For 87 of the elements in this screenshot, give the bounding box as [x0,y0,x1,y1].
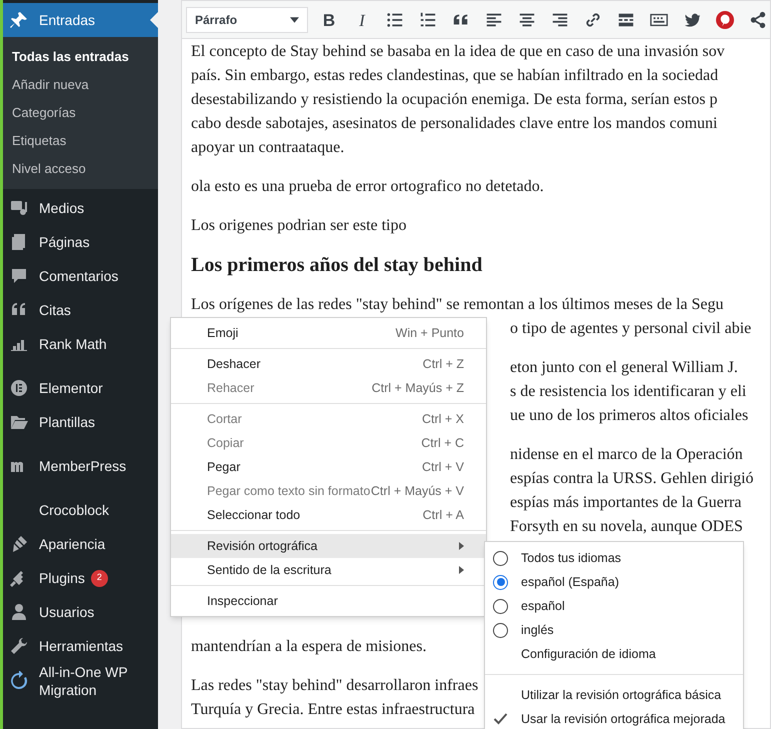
sidebar-item[interactable]: Usuarios [3,595,158,629]
sidebar-item[interactable]: Medios [3,191,158,225]
text-line: Turquía y Grecia. Entre estas infraestructura [191,700,475,720]
sidebar-item[interactable]: Citas [3,293,158,327]
sidebar-item[interactable]: All-in-One WP Migration [3,663,158,699]
sidebar-item[interactable]: Comentarios [3,259,158,293]
comment-icon [9,266,29,286]
menu-item[interactable]: Inspeccionar [171,589,486,613]
radio-button[interactable] [493,550,508,566]
media-icon [9,198,29,218]
user-icon [9,602,29,622]
active-pointer [150,12,158,28]
text-line: eton junto con el general William J. [510,358,738,378]
text-line: nidense en el marco de la Operación [510,445,743,465]
text-line: país. Sin embargo, estas redes clandestinas, que se habían infiltrado en la sociedad [191,66,718,86]
menu-item[interactable]: Usar la revisión ortográfica mejorada [485,707,743,729]
menu-item[interactable]: Revisión ortográfica [171,534,486,558]
bird-icon [683,10,701,28]
menu-item[interactable]: Emoji Win + Punto [171,321,486,345]
text-line: espías más importantes de la Guerra [510,493,742,513]
sidebar-item[interactable]: Entradas [3,3,158,37]
share-icon [749,10,767,28]
text-line: Los orígenes de las redes "stay behind" se remontan a los últimos meses de la Segu [191,295,724,315]
text-line: desestabilizando y resistiendo la ocupación enemiga. De esta forma, serían estos p [191,90,718,110]
sidebar-item[interactable]: Crocoblock [3,493,158,527]
bold-button[interactable]: B [317,8,341,32]
submenu-item[interactable]: Etiquetas [3,127,158,155]
sidebar-item[interactable]: Herramientas [3,629,158,663]
sidebar-item[interactable]: Rank Math [3,327,158,361]
text-line: espías contra la URSS. Gehlen dirigió [510,469,754,489]
numbered-list-icon [419,10,437,28]
menu-item[interactable]: Seleccionar todo Ctrl + A [171,503,486,527]
menu-item[interactable]: Deshacer Ctrl + Z [171,352,486,376]
shortcut-label: Ctrl + Mayús + Z [372,380,464,397]
text-line: s de resistencia los identificaran y eli [510,382,746,402]
sidebar-item[interactable]: Plugins 2 [3,561,158,595]
shortcut-label: Ctrl + X [422,410,464,428]
pushpin-icon [9,10,29,30]
italic-button[interactable]: I [350,8,374,32]
shortcut-label: Win + Punto [396,324,464,342]
text-line: o tipo de agentes y personal civil abie [510,319,752,339]
read-more-icon [617,10,635,28]
text-line: ue uno de los primeros altos oficiales [510,406,748,426]
shortcut-label: Ctrl + A [422,506,464,524]
text-line: mantendrían a la espera de misiones. [191,637,426,657]
wrench-icon [9,636,29,656]
shortcut-label: Ctrl + V [422,458,464,476]
menu-item[interactable]: Todos tus idiomas [485,546,743,570]
submenu-item[interactable]: Añadir nueva [3,71,158,99]
submenu-item[interactable]: Todas las entradas [3,43,158,71]
sidebar-item[interactable]: Plantillas [3,405,158,439]
menu-item[interactable]: español (España) [485,570,743,594]
radio-button[interactable] [493,574,508,590]
text-line: ola esto es una prueba de error ortografico no detetado. [191,177,544,197]
submenu-item[interactable]: Nivel acceso [3,155,158,183]
bullet-list-icon [386,10,404,28]
section-heading: Los primeros años del stay behind [191,253,482,277]
shortcut-label: Ctrl + Mayús + V [370,482,464,500]
sidebar-item[interactable]: Apariencia [3,527,158,561]
menu-item[interactable]: Pegar Ctrl + V [171,455,486,479]
align-center-icon [518,10,536,28]
sidebar-item[interactable]: Páginas [3,225,158,259]
menu-item[interactable]: Configuración de idioma [485,642,743,666]
menu-item[interactable]: Utilizar la revisión ortográfica básica [485,683,743,707]
text-line: Las redes "stay behind" desarrollaron infraes [191,676,478,696]
circle-e-icon [9,378,29,398]
text-line: El concepto de Stay behind se basaba en la idea de que en caso de una invasión sov [191,42,725,62]
text-line: apoyar un contraataque. [191,138,344,158]
menu-item[interactable]: inglés [485,618,743,642]
align-left-icon [485,10,503,28]
radio-button[interactable] [493,622,508,638]
caret-down-icon [290,16,299,22]
shortcut-label: Ctrl + C [421,434,464,452]
radio-button[interactable] [493,598,508,614]
text-line: Forsyth en su novela, aunque ODES [510,517,743,537]
text-line: Los origenes podrian ser este tipo [191,216,406,236]
menu-item[interactable]: español [485,594,743,618]
submenu-item[interactable]: Categorías [3,99,158,127]
count-badge: 2 [90,570,108,586]
align-right-icon [551,10,569,28]
menu-item[interactable]: Sentido de la escritura [171,558,486,582]
sidebar-item[interactable]: MemberPress [3,449,158,483]
shortcut-label: Ctrl + Z [422,356,464,373]
format-dropdown[interactable]: Párrafo [186,6,308,32]
text-line: cabo desde sabotajes, asesinatos de personalidades clave entre los mandos comuni [191,114,718,134]
link-icon [584,10,602,28]
sidebar-item[interactable]: Elementor [3,371,158,405]
